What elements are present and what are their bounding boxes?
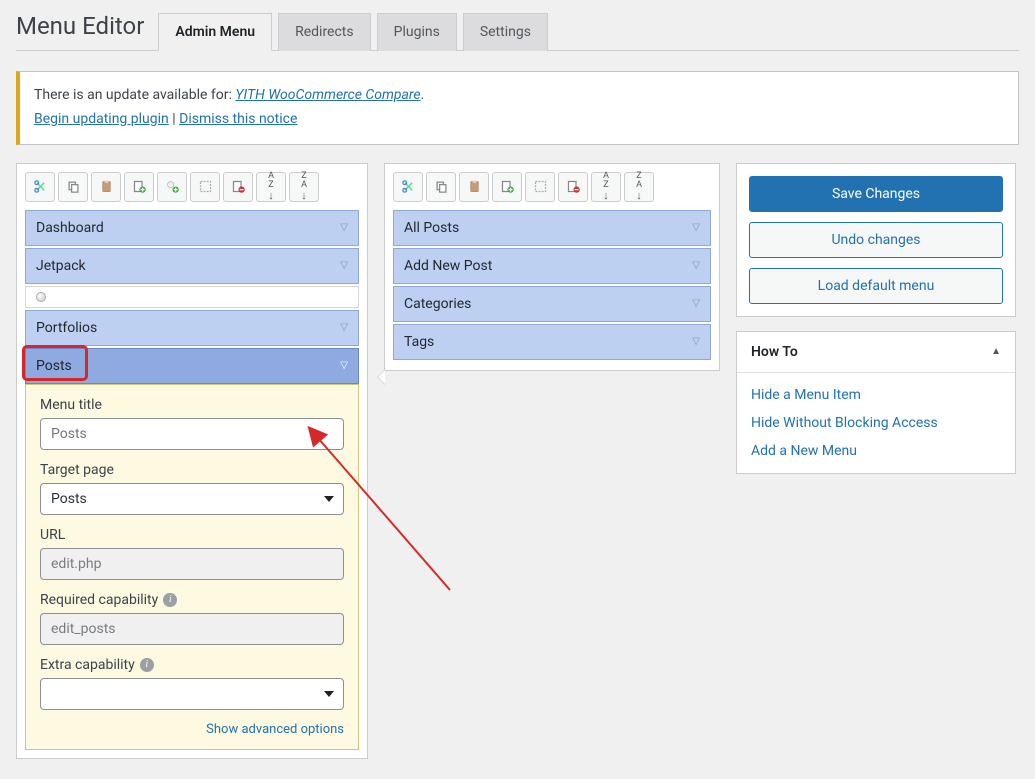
show-advanced-link[interactable]: Show advanced options	[206, 722, 344, 737]
chevron-down-icon: ▽	[692, 336, 700, 347]
menu-title-input[interactable]	[40, 418, 344, 450]
new-item-icon[interactable]	[124, 172, 154, 202]
sort-asc-icon[interactable]: AZ↓	[256, 172, 286, 202]
url-input[interactable]	[40, 548, 344, 580]
menu-item-dashboard[interactable]: Dashboard ▽	[25, 210, 359, 246]
sort-desc-icon[interactable]: ZA↓	[289, 172, 319, 202]
tab-settings[interactable]: Settings	[463, 13, 548, 51]
menu-item-label: All Posts	[404, 220, 459, 236]
copy-icon[interactable]	[426, 172, 456, 202]
action-buttons: Save Changes Undo changes Load default m…	[736, 163, 1016, 317]
copy-icon[interactable]	[58, 172, 88, 202]
submenu-item-tags[interactable]: Tags ▽	[393, 324, 711, 360]
howto-link-hide[interactable]: Hide a Menu Item	[751, 387, 1001, 403]
paste-icon[interactable]	[91, 172, 121, 202]
dismiss-notice-link[interactable]: Dismiss this notice	[179, 111, 297, 127]
submenu-item-categories[interactable]: Categories ▽	[393, 286, 711, 322]
chevron-down-icon: ▽	[340, 222, 348, 233]
chevron-down-icon: ▽	[340, 360, 348, 371]
tab-redirects[interactable]: Redirects	[278, 13, 371, 51]
notice-text-after: .	[421, 87, 425, 103]
howto-header[interactable]: How To ▲	[737, 332, 1015, 373]
menu-separator[interactable]	[25, 286, 359, 308]
howto-link-hide-without-blocking[interactable]: Hide Without Blocking Access	[751, 415, 1001, 431]
sidebar: Save Changes Undo changes Load default m…	[736, 163, 1016, 474]
tab-admin-menu[interactable]: Admin Menu	[158, 13, 272, 51]
new-separator-icon[interactable]	[157, 172, 187, 202]
collapse-icon: ▲	[991, 346, 1001, 357]
extra-capability-select[interactable]	[40, 678, 344, 710]
notice-text: There is an update available for:	[34, 87, 235, 103]
menu-item-jetpack[interactable]: Jetpack ▽	[25, 248, 359, 284]
undo-button[interactable]: Undo changes	[749, 222, 1003, 258]
info-icon[interactable]: i	[163, 593, 177, 607]
page-title: Menu Editor	[16, 12, 144, 50]
sort-desc-icon[interactable]: ZA↓	[624, 172, 654, 202]
paste-icon[interactable]	[459, 172, 489, 202]
load-default-button[interactable]: Load default menu	[749, 268, 1003, 304]
required-capability-input[interactable]	[40, 613, 344, 645]
update-notice: There is an update available for: YITH W…	[16, 71, 1019, 145]
field-label: Required capabilityi	[40, 592, 344, 608]
menu-item-posts[interactable]: Posts ▽	[25, 348, 359, 384]
save-button[interactable]: Save Changes	[749, 176, 1003, 212]
submenu-item-add-new[interactable]: Add New Post ▽	[393, 248, 711, 284]
menu-item-label: Jetpack	[36, 258, 86, 274]
submenu-panel: AZ↓ ZA↓ All Posts ▽ Add New Post ▽ Categor…	[384, 163, 720, 371]
main-toolbar: AZ↓ ZA↓	[25, 172, 359, 202]
sort-asc-icon[interactable]: AZ↓	[591, 172, 621, 202]
menu-item-portfolios[interactable]: Portfolios ▽	[25, 310, 359, 346]
menu-item-label: Categories	[404, 296, 471, 312]
field-label: Extra capabilityi	[40, 657, 344, 673]
hide-icon[interactable]	[190, 172, 220, 202]
begin-update-link[interactable]: Begin updating plugin	[34, 111, 169, 127]
delete-icon[interactable]	[558, 172, 588, 202]
info-icon[interactable]: i	[140, 658, 154, 672]
chevron-down-icon: ▽	[692, 260, 700, 271]
tabs: Admin Menu Redirects Plugins Settings	[158, 12, 548, 50]
menu-item-editor: Menu title Target page Posts URL Require…	[25, 384, 359, 750]
new-item-icon[interactable]	[492, 172, 522, 202]
field-label: URL	[40, 527, 344, 543]
menu-item-label: Dashboard	[36, 220, 104, 236]
howto-link-add-menu[interactable]: Add a New Menu	[751, 443, 1001, 459]
separator-handle-icon	[36, 292, 46, 302]
chevron-down-icon: ▽	[692, 222, 700, 233]
field-label: Target page	[40, 462, 344, 478]
notice-sep: |	[169, 111, 179, 127]
notice-plugin-link[interactable]: YITH WooCommerce Compare	[235, 87, 420, 103]
field-label: Menu title	[40, 397, 344, 413]
tab-plugins[interactable]: Plugins	[377, 13, 457, 51]
menu-item-label: Add New Post	[404, 258, 492, 274]
menu-item-label: Tags	[404, 334, 434, 350]
submenu-item-all-posts[interactable]: All Posts ▽	[393, 210, 711, 246]
chevron-down-icon: ▽	[340, 322, 348, 333]
menu-item-label: Portfolios	[36, 320, 97, 336]
howto-title: How To	[751, 344, 798, 360]
sub-toolbar: AZ↓ ZA↓	[393, 172, 711, 202]
menu-item-label: Posts	[36, 358, 72, 374]
hide-icon[interactable]	[525, 172, 555, 202]
cut-icon[interactable]	[393, 172, 423, 202]
chevron-down-icon: ▽	[692, 298, 700, 309]
cut-icon[interactable]	[25, 172, 55, 202]
chevron-down-icon: ▽	[340, 260, 348, 271]
howto-box: How To ▲ Hide a Menu Item Hide Without Bl…	[736, 331, 1016, 474]
main-menu-panel: AZ↓ ZA↓ Dashboard▽ Jetpack▽ Portfolios▽ …	[16, 163, 368, 759]
delete-icon[interactable]	[223, 172, 253, 202]
target-page-select[interactable]: Posts	[40, 483, 344, 515]
